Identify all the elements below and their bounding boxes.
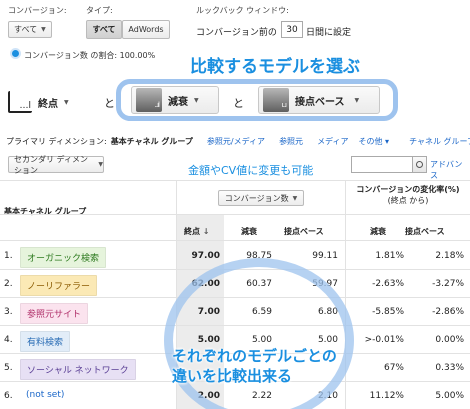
change-header: コンバージョンの変化率(%) (終点 から) [352,184,464,206]
metric-select-label: コンバージョン数 [224,193,289,203]
last-interaction-icon: …l [8,91,32,113]
dimension-header[interactable]: 基本チャネル グループ [4,206,86,217]
channel-link[interactable]: 有料検索 [20,331,71,352]
time-decay-icon: ..ıl [136,88,162,112]
conversion-label: コンバージョン: [8,6,67,15]
channel-link[interactable]: (not set) [20,387,71,403]
advanced-filter-link[interactable]: アドバンス [430,159,470,181]
dimension-link-channel-group[interactable]: チャネル グループ ▾ [409,136,470,147]
dimension-link-source[interactable]: 参照元 [279,136,303,147]
lookback-label: ルックバック ウィンドウ: [196,6,289,15]
conversion-select-value: すべて [14,25,38,34]
change-decay: >-0.01% [364,335,404,345]
chevron-down-icon: ▼ [194,96,199,104]
row-index: 6. [4,391,13,401]
dimension-link-other[interactable]: その他 ▾ [359,136,390,147]
col-header-change-decay[interactable]: 減衰 [370,226,386,237]
lookback-days-input[interactable]: 30 [281,21,303,38]
change-position: 0.00% [435,335,464,345]
type-label: タイプ: [86,6,113,15]
channel-link[interactable]: オーガニック検索 [20,247,107,268]
change-position: 0.33% [435,363,464,373]
callout-compare-models: 比較するモデルを選ぶ [190,57,360,77]
model-third-label: 接点ベース [295,96,345,108]
chevron-down-icon: ▼ [354,96,360,104]
table-top-border [0,180,470,181]
annotation-circle [164,258,354,409]
and-text-2: と [233,97,244,110]
metric-dot-icon [10,48,21,59]
row-index: 3. [4,307,13,317]
and-text-1: と [104,97,115,110]
chevron-down-icon: ▼ [292,194,298,202]
row-index: 4. [4,335,13,345]
col-header-position[interactable]: 接点ベース [284,226,324,237]
chevron-down-icon: ▼ [41,26,46,33]
channel-link[interactable]: ソーシャル ネットワーク [20,359,136,380]
value-last: 97.00 [191,251,220,261]
change-decay: 11.12% [369,391,404,401]
row-index: 5. [4,363,13,373]
type-adwords-button[interactable]: AdWords [122,20,170,39]
type-all-button[interactable]: すべて [86,20,122,39]
secondary-dimension-select[interactable]: セカンダリ ディメンション ▼ [8,154,104,175]
change-position: 2.18% [435,251,464,261]
lookback-prefix: コンバージョン前の [196,28,277,38]
callout-line-1: それぞれのモデルごとの [172,347,337,365]
dimension-bar: プライマリ ディメンション: 基本チャネル グループ 参照元/メディア 参照元 … [0,133,470,149]
channel-link[interactable]: ノーリファラー [20,275,98,296]
model-first[interactable]: …l 終点 ▼ [8,91,69,113]
ratio-text: コンバージョン数 の割合: 100.00% [24,51,156,60]
change-decay: 67% [383,363,404,373]
metric-select[interactable]: コンバージョン数 ▼ [218,190,304,206]
change-header-subtitle: (終点 から) [387,196,429,205]
subheader-border [0,214,470,215]
col-header-change-position[interactable]: 接点ベース [405,226,445,237]
change-header-title: コンバージョンの変化率(%) [356,185,460,194]
model-first-label: 終点 [38,98,58,110]
change-decay: -5.85% [372,307,404,317]
conversion-select[interactable]: すべて ▼ [8,21,52,38]
position-based-icon: ı..ı [263,88,289,112]
model-second-label: 減衰 [168,96,188,108]
model-second[interactable]: ..ıl 減衰 ▼ [131,86,219,114]
sort-down-icon: ↓ [202,227,210,236]
search-icon [416,161,423,168]
callout-compare-differences: それぞれのモデルごとの 違いを比較出来る [172,346,337,386]
change-position: -2.86% [432,307,464,317]
row-index: 1. [4,251,13,261]
value-position: 99.11 [312,251,338,261]
dimension-link-source-medium[interactable]: 参照元/メディア [207,136,265,147]
secondary-dimension-label: セカンダリ ディメンション [14,154,88,175]
callout-change-metric: 金額やCV値に変更も可能 [188,164,314,177]
change-position: -3.27% [432,279,464,289]
col-header-last[interactable]: 終点 ↓ [184,226,210,237]
header-bottom-border [0,240,470,241]
channel-link[interactable]: 参照元サイト [20,303,89,324]
search-button[interactable] [413,156,427,173]
change-decay: 1.81% [375,251,404,261]
chevron-down-icon: ▼ [98,161,103,168]
primary-dimension-label: プライマリ ディメンション: [6,136,107,146]
change-position: 5.00% [435,391,464,401]
model-third[interactable]: ı..ı 接点ベース ▼ [258,86,380,114]
change-decay: -2.63% [372,279,404,289]
chevron-down-icon: ▼ [64,98,69,106]
callout-line-2: 違いを比較出来る [172,367,293,385]
row-index: 2. [4,279,13,289]
col-header-decay[interactable]: 減衰 [241,226,257,237]
primary-dimension-current: 基本チャネル グループ [110,136,193,146]
dimension-link-medium[interactable]: メディア [317,136,348,147]
lookback-suffix: 日間に設定 [306,28,352,38]
search-input[interactable] [351,156,413,173]
